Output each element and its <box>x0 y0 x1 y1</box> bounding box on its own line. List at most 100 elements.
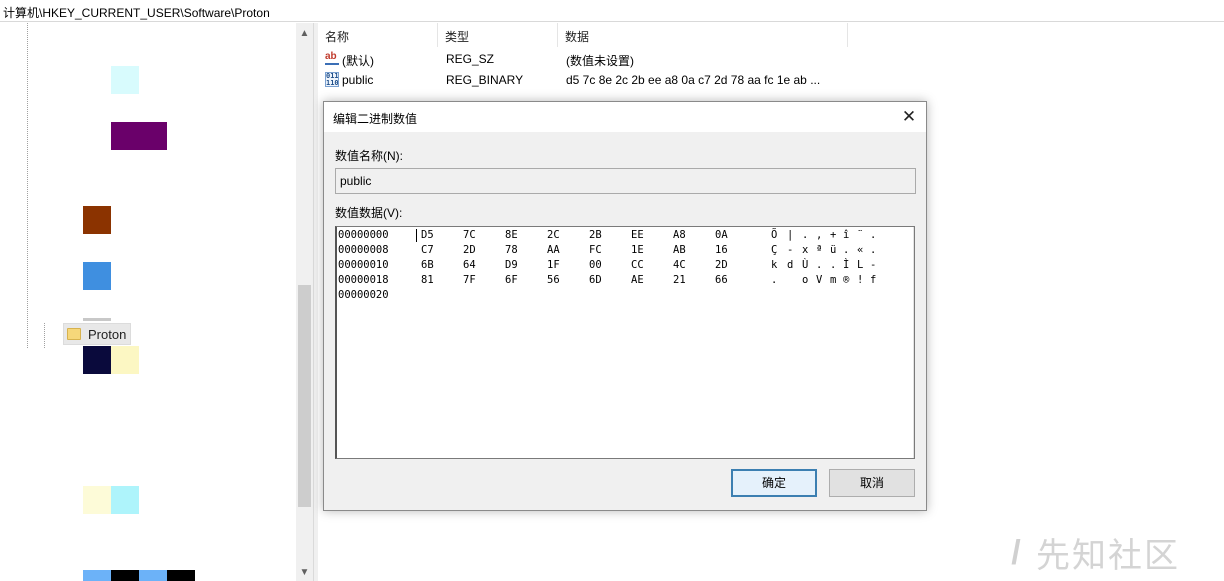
hex-ascii-char[interactable]: d <box>787 259 793 271</box>
hex-ascii-char[interactable]: . <box>802 229 808 241</box>
hex-byte[interactable]: 66 <box>715 274 728 286</box>
ok-button[interactable]: 确定 <box>731 469 817 497</box>
scrollbar-thumb[interactable] <box>298 285 311 507</box>
hex-ascii-char[interactable]: Ì <box>843 259 849 271</box>
tree-scrollbar[interactable]: ▲ ▼ <box>296 23 313 581</box>
hex-ascii-char[interactable]: x <box>802 244 808 256</box>
hex-ascii-char[interactable]: - <box>870 259 876 271</box>
hex-byte[interactable]: A8 <box>673 229 686 241</box>
hex-byte[interactable]: 4C <box>673 259 686 271</box>
column-header-data[interactable]: 数据 <box>558 23 848 47</box>
redacted-tree-item <box>83 570 111 581</box>
hex-row[interactable]: 00000010 6B 64 D9 1F 00 CC 4C 2D k d Ù.. Ì L - <box>337 259 913 274</box>
hex-ascii-char[interactable]: . <box>771 274 777 286</box>
value-data-hex-editor[interactable]: 00000000 D5 7C 8E 2C 2B EE A8 0A Õ |., + î ¨. 00000008… <box>335 226 915 459</box>
hex-byte[interactable]: D9 <box>505 259 518 271</box>
registry-tree-pane[interactable]: Proton ▲ ▼ <box>0 23 313 581</box>
redacted-tree-item <box>111 122 167 150</box>
hex-ascii-char[interactable]: Õ <box>771 229 777 241</box>
hex-byte[interactable]: 7C <box>463 229 476 241</box>
address-path: 计算机\HKEY_CURRENT_USER\Software\Proton <box>3 6 270 20</box>
hex-ascii-char[interactable]: , <box>816 229 822 241</box>
column-header-type[interactable]: 类型 <box>438 23 558 47</box>
hex-ascii-char[interactable]: ! <box>857 274 863 286</box>
hex-byte[interactable]: 0A <box>715 229 728 241</box>
hex-byte[interactable]: 1F <box>547 259 560 271</box>
redacted-tree-item <box>83 318 111 321</box>
cancel-button[interactable]: 取消 <box>829 469 915 497</box>
hex-byte[interactable]: C7 <box>421 244 434 256</box>
hex-ascii-char[interactable]: . <box>816 259 822 271</box>
address-bar[interactable]: 计算机\HKEY_CURRENT_USER\Software\Proton <box>0 0 1224 22</box>
hex-ascii-char[interactable]: Ù <box>802 259 808 271</box>
hex-byte[interactable]: 00 <box>589 259 602 271</box>
hex-ascii-char[interactable]: . <box>870 244 876 256</box>
hex-byte[interactable]: 6F <box>505 274 518 286</box>
hex-ascii-char[interactable]: m <box>830 274 836 286</box>
hex-ascii-char[interactable]: . <box>870 229 876 241</box>
hex-row[interactable]: 00000020 <box>337 289 913 304</box>
hex-ascii-char[interactable]: V <box>816 274 822 286</box>
hex-ascii-char[interactable]: o <box>802 274 808 286</box>
hex-row[interactable]: 00000008 C7 2D 78 AA FC 1E AB 16 Ç - x ª ü. «. <box>337 244 913 259</box>
hex-byte[interactable]: 6B <box>421 259 434 271</box>
hex-row-address: 00000010 <box>338 259 389 271</box>
hex-byte[interactable]: 56 <box>547 274 560 286</box>
hex-byte[interactable]: 2B <box>589 229 602 241</box>
hex-byte[interactable]: CC <box>631 259 644 271</box>
scroll-down-icon[interactable]: ▼ <box>296 564 313 581</box>
watermark-logo-icon: / <box>1011 533 1021 572</box>
hex-ascii-char[interactable]: L <box>857 259 863 271</box>
list-item[interactable]: 011 110 public REG_BINARY d5 7c 8e 2c 2b … <box>318 70 858 91</box>
value-name-field: public <box>335 168 916 194</box>
value-data-label: 数值数据(V): <box>335 206 403 220</box>
hex-byte[interactable]: 78 <box>505 244 518 256</box>
hex-ascii-char[interactable]: î <box>843 229 849 241</box>
hex-byte[interactable]: FC <box>589 244 602 256</box>
tree-node-proton[interactable]: Proton <box>63 323 132 345</box>
hex-byte[interactable]: D5 <box>421 229 434 241</box>
hex-ascii-char[interactable]: f <box>870 274 876 286</box>
hex-ascii-char[interactable]: ® <box>843 274 849 286</box>
hex-byte[interactable]: AB <box>673 244 686 256</box>
value-name: public <box>342 73 374 87</box>
hex-ascii-char[interactable]: « <box>857 244 863 256</box>
column-header-name[interactable]: 名称 <box>318 23 438 47</box>
hex-byte[interactable]: EE <box>631 229 644 241</box>
scroll-up-icon[interactable]: ▲ <box>296 25 313 42</box>
hex-byte[interactable]: 81 <box>421 274 434 286</box>
hex-byte[interactable]: 21 <box>673 274 686 286</box>
hex-byte[interactable]: 2C <box>547 229 560 241</box>
hex-byte[interactable]: 16 <box>715 244 728 256</box>
hex-ascii-char[interactable]: | <box>787 229 793 241</box>
close-icon[interactable]: ✕ <box>892 102 926 132</box>
dialog-titlebar[interactable]: 编辑二进制数值 ✕ <box>324 102 926 132</box>
hex-ascii-char[interactable]: - <box>787 244 793 256</box>
string-value-icon: ab <box>325 51 339 65</box>
hex-ascii-char[interactable]: k <box>771 259 777 271</box>
hex-byte[interactable]: 8E <box>505 229 518 241</box>
hex-ascii-char[interactable]: . <box>843 244 849 256</box>
hex-ascii-char[interactable]: Ç <box>771 244 777 256</box>
hex-byte[interactable]: AA <box>547 244 560 256</box>
hex-byte[interactable]: 64 <box>463 259 476 271</box>
hex-ascii-char[interactable]: + <box>830 229 836 241</box>
edit-binary-value-dialog: 编辑二进制数值 ✕ 数值名称(N): public 数值数据(V): 00000… <box>323 101 927 511</box>
hex-byte[interactable]: 2D <box>715 259 728 271</box>
value-type: REG_BINARY <box>446 73 524 87</box>
redacted-tree-item <box>111 66 139 94</box>
hex-row[interactable]: 00000000 D5 7C 8E 2C 2B EE A8 0A Õ |., + î ¨. <box>337 229 913 244</box>
tree-guide-line <box>44 323 45 348</box>
hex-ascii-char[interactable]: . <box>830 259 836 271</box>
hex-byte[interactable]: AE <box>631 274 644 286</box>
hex-row[interactable]: 00000018 81 7F 6F 56 6D AE 21 66. o Vm ®! f <box>337 274 913 289</box>
hex-byte[interactable]: 2D <box>463 244 476 256</box>
hex-ascii-char[interactable]: ª <box>816 244 822 256</box>
value-name: (默认) <box>342 54 374 68</box>
hex-byte[interactable]: 7F <box>463 274 476 286</box>
hex-byte[interactable]: 6D <box>589 274 602 286</box>
hex-ascii-char[interactable]: ü <box>830 244 836 256</box>
list-item[interactable]: ab (默认) REG_SZ (数值未设置) <box>318 49 858 70</box>
hex-byte[interactable]: 1E <box>631 244 644 256</box>
hex-ascii-char[interactable]: ¨ <box>857 229 863 241</box>
